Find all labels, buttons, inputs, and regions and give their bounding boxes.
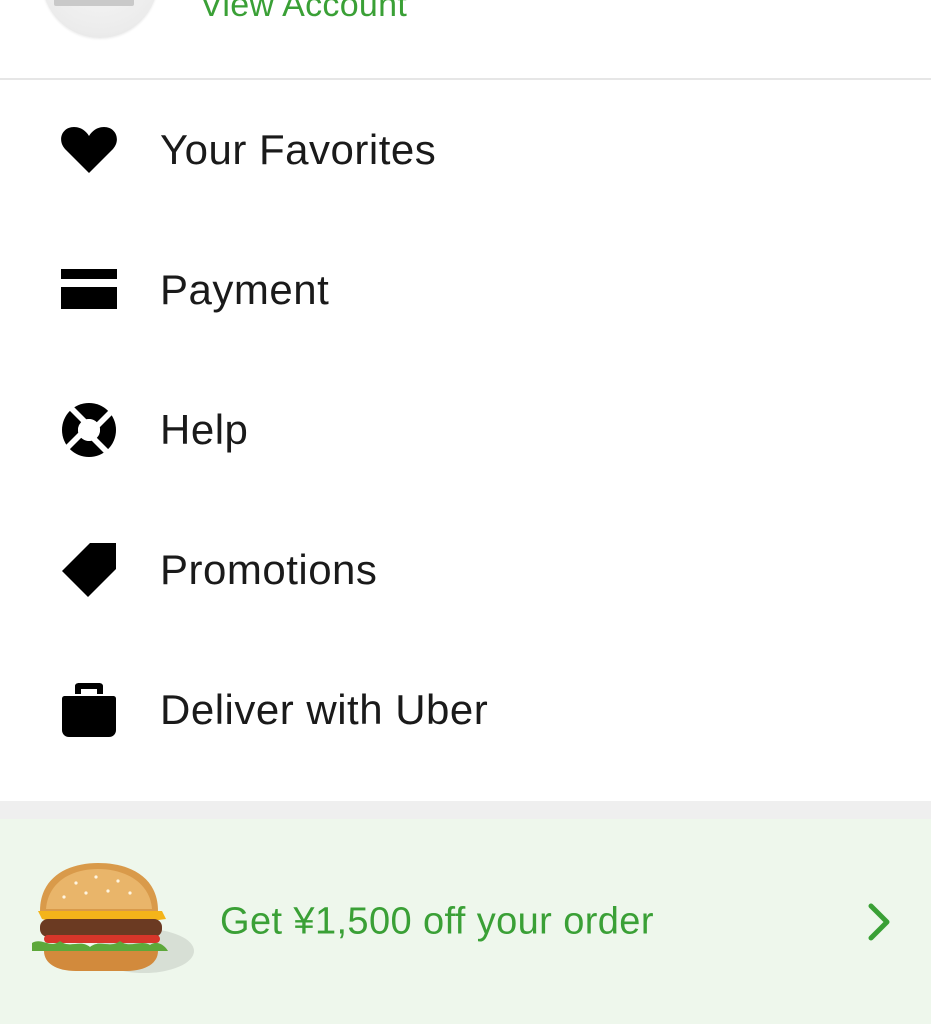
menu-item-payment[interactable]: Payment (0, 220, 931, 360)
menu-item-deliver-with-uber[interactable]: Deliver with Uber (0, 640, 931, 780)
promo-banner[interactable]: Get ¥1,500 off your order (0, 819, 931, 1024)
account-header: View Account (0, 0, 931, 80)
menu-item-label: Help (160, 406, 249, 453)
promo-text: Get ¥1,500 off your order (220, 900, 654, 942)
section-divider (0, 801, 931, 819)
lifebuoy-icon (60, 401, 118, 459)
menu-item-label: Promotions (160, 546, 378, 593)
account-menu: Your Favorites Payment Help Promotions D… (0, 80, 931, 780)
menu-item-help[interactable]: Help (0, 360, 931, 500)
menu-item-label: Your Favorites (160, 126, 437, 173)
avatar-placeholder-icon (54, 0, 134, 6)
app-screen: View Account Your Favorites Payment Help… (0, 0, 931, 1024)
menu-item-your-favorites[interactable]: Your Favorites (0, 80, 931, 220)
delivery-bag-icon (60, 681, 118, 739)
menu-item-label: Payment (160, 266, 330, 313)
credit-card-icon (60, 261, 118, 319)
chevron-right-icon (868, 903, 890, 940)
burger-image (32, 863, 194, 973)
view-account-link[interactable]: View Account (200, 0, 407, 25)
menu-item-label: Deliver with Uber (160, 686, 489, 733)
heart-icon (60, 121, 118, 179)
tag-icon (60, 541, 118, 599)
avatar[interactable] (42, 0, 158, 38)
menu-item-promotions[interactable]: Promotions (0, 500, 931, 640)
